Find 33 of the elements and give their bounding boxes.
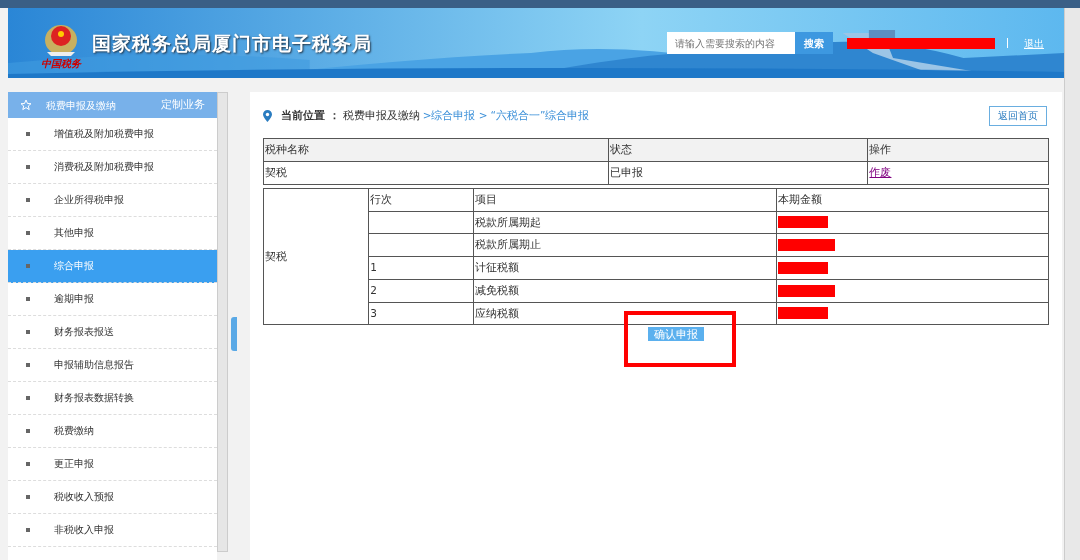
breadcrumb-label: 当前位置 ： (281, 108, 340, 124)
logo-text: 中国税务 (41, 57, 81, 69)
scrollbar[interactable] (1064, 8, 1080, 560)
table-cell: 已申报 (608, 161, 868, 185)
column-header: 项目 (473, 188, 777, 211)
collapse-handle[interactable] (231, 317, 237, 351)
search-field[interactable]: 请输入需要搜索的内容 (667, 32, 795, 54)
void-link[interactable]: 作废 (869, 166, 892, 178)
table-cell: 应纳税额 (473, 302, 777, 325)
table-cell: 1 (368, 256, 474, 280)
column-header: 税种名称 (263, 138, 609, 162)
separator (1007, 38, 1008, 48)
breadcrumb-text: 税费申报及缴纳 (342, 108, 420, 124)
column-header: 行次 (368, 188, 474, 211)
location-pin-icon (263, 110, 272, 123)
table-cell: 税款所属期止 (473, 233, 777, 257)
column-header: 状态 (608, 138, 868, 162)
table-cell: 计征税额 (473, 256, 777, 280)
table-cell: 税款所属期起 (473, 211, 777, 234)
table-cell: 2 (368, 279, 474, 302)
column-header: 本期金额 (776, 188, 1049, 211)
table-cell: 契税 (263, 188, 369, 325)
site-title: 国家税务总局厦门市电子税务局 (92, 30, 372, 56)
table-cell: 减免税额 (473, 279, 777, 302)
star-icon (20, 99, 32, 111)
breadcrumb-link[interactable]: “六税合一”综合申报 (490, 108, 590, 124)
sidebar-title: 税费申报及缴纳 (46, 98, 116, 113)
table-cell: 3 (368, 302, 474, 325)
home-button[interactable]: 返回首页 (989, 106, 1047, 127)
table-cell: 契税 (263, 161, 609, 185)
breadcrumb-link[interactable]: >综合申报 > (422, 108, 488, 124)
column-header: 操作 (867, 138, 1049, 162)
scrollbar[interactable] (217, 92, 228, 552)
